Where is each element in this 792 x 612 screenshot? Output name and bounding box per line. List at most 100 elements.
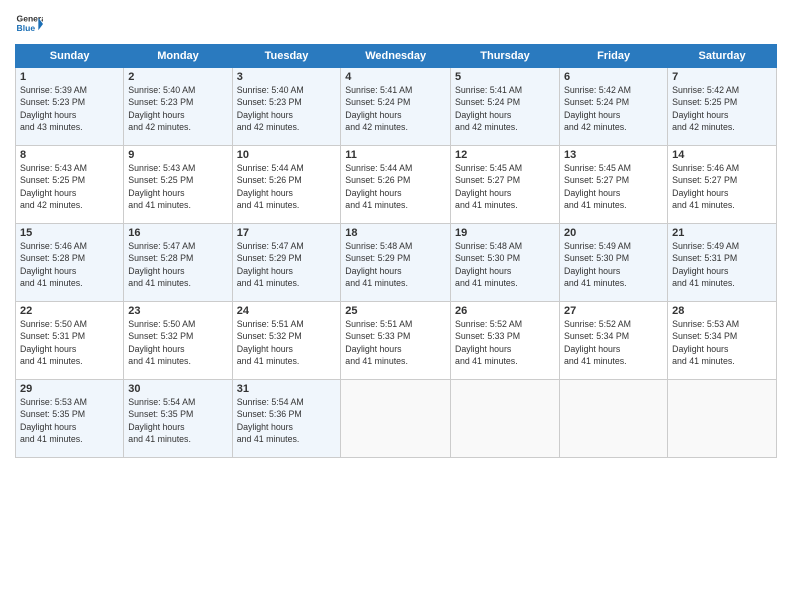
col-header-monday: Monday — [124, 45, 232, 68]
calendar-cell: 4Sunrise: 5:41 AMSunset: 5:24 PMDaylight… — [341, 68, 451, 146]
calendar-week-4: 22Sunrise: 5:50 AMSunset: 5:31 PMDayligh… — [16, 302, 777, 380]
calendar-cell: 16Sunrise: 5:47 AMSunset: 5:28 PMDayligh… — [124, 224, 232, 302]
day-number: 9 — [128, 149, 227, 161]
day-number: 31 — [237, 383, 337, 395]
day-info: Sunrise: 5:48 AMSunset: 5:29 PMDaylight … — [345, 240, 446, 289]
day-info: Sunrise: 5:48 AMSunset: 5:30 PMDaylight … — [455, 240, 555, 289]
day-info: Sunrise: 5:50 AMSunset: 5:31 PMDaylight … — [20, 318, 119, 367]
day-number: 17 — [237, 227, 337, 239]
calendar-week-1: 1Sunrise: 5:39 AMSunset: 5:23 PMDaylight… — [16, 68, 777, 146]
page: General Blue SundayMondayTuesdayWednesda… — [0, 0, 792, 612]
calendar-cell — [560, 380, 668, 458]
calendar-cell: 29Sunrise: 5:53 AMSunset: 5:35 PMDayligh… — [16, 380, 124, 458]
calendar-cell — [668, 380, 777, 458]
day-info: Sunrise: 5:49 AMSunset: 5:31 PMDaylight … — [672, 240, 772, 289]
calendar-cell: 15Sunrise: 5:46 AMSunset: 5:28 PMDayligh… — [16, 224, 124, 302]
calendar-cell — [451, 380, 560, 458]
calendar-cell: 7Sunrise: 5:42 AMSunset: 5:25 PMDaylight… — [668, 68, 777, 146]
day-info: Sunrise: 5:46 AMSunset: 5:27 PMDaylight … — [672, 162, 772, 211]
day-number: 22 — [20, 305, 119, 317]
svg-text:Blue: Blue — [17, 23, 36, 33]
calendar-cell — [341, 380, 451, 458]
day-number: 5 — [455, 71, 555, 83]
calendar-cell: 27Sunrise: 5:52 AMSunset: 5:34 PMDayligh… — [560, 302, 668, 380]
calendar-cell: 25Sunrise: 5:51 AMSunset: 5:33 PMDayligh… — [341, 302, 451, 380]
day-number: 6 — [564, 71, 663, 83]
day-info: Sunrise: 5:53 AMSunset: 5:34 PMDaylight … — [672, 318, 772, 367]
calendar-cell: 1Sunrise: 5:39 AMSunset: 5:23 PMDaylight… — [16, 68, 124, 146]
day-info: Sunrise: 5:47 AMSunset: 5:29 PMDaylight … — [237, 240, 337, 289]
day-info: Sunrise: 5:52 AMSunset: 5:34 PMDaylight … — [564, 318, 663, 367]
day-number: 21 — [672, 227, 772, 239]
day-info: Sunrise: 5:40 AMSunset: 5:23 PMDaylight … — [237, 84, 337, 133]
day-info: Sunrise: 5:44 AMSunset: 5:26 PMDaylight … — [237, 162, 337, 211]
calendar-cell: 31Sunrise: 5:54 AMSunset: 5:36 PMDayligh… — [232, 380, 341, 458]
day-number: 7 — [672, 71, 772, 83]
calendar-cell: 19Sunrise: 5:48 AMSunset: 5:30 PMDayligh… — [451, 224, 560, 302]
day-info: Sunrise: 5:51 AMSunset: 5:32 PMDaylight … — [237, 318, 337, 367]
calendar-cell: 26Sunrise: 5:52 AMSunset: 5:33 PMDayligh… — [451, 302, 560, 380]
calendar-cell: 13Sunrise: 5:45 AMSunset: 5:27 PMDayligh… — [560, 146, 668, 224]
day-number: 15 — [20, 227, 119, 239]
logo-icon: General Blue — [15, 10, 43, 38]
calendar-cell: 6Sunrise: 5:42 AMSunset: 5:24 PMDaylight… — [560, 68, 668, 146]
calendar-cell: 9Sunrise: 5:43 AMSunset: 5:25 PMDaylight… — [124, 146, 232, 224]
header-row: SundayMondayTuesdayWednesdayThursdayFrid… — [16, 45, 777, 68]
calendar-cell: 11Sunrise: 5:44 AMSunset: 5:26 PMDayligh… — [341, 146, 451, 224]
day-number: 10 — [237, 149, 337, 161]
calendar-week-2: 8Sunrise: 5:43 AMSunset: 5:25 PMDaylight… — [16, 146, 777, 224]
calendar-cell: 18Sunrise: 5:48 AMSunset: 5:29 PMDayligh… — [341, 224, 451, 302]
day-info: Sunrise: 5:45 AMSunset: 5:27 PMDaylight … — [564, 162, 663, 211]
col-header-sunday: Sunday — [16, 45, 124, 68]
day-info: Sunrise: 5:47 AMSunset: 5:28 PMDaylight … — [128, 240, 227, 289]
day-number: 26 — [455, 305, 555, 317]
day-info: Sunrise: 5:52 AMSunset: 5:33 PMDaylight … — [455, 318, 555, 367]
day-info: Sunrise: 5:42 AMSunset: 5:24 PMDaylight … — [564, 84, 663, 133]
day-info: Sunrise: 5:46 AMSunset: 5:28 PMDaylight … — [20, 240, 119, 289]
calendar-cell: 20Sunrise: 5:49 AMSunset: 5:30 PMDayligh… — [560, 224, 668, 302]
calendar-cell: 24Sunrise: 5:51 AMSunset: 5:32 PMDayligh… — [232, 302, 341, 380]
day-number: 14 — [672, 149, 772, 161]
day-info: Sunrise: 5:43 AMSunset: 5:25 PMDaylight … — [20, 162, 119, 211]
day-number: 16 — [128, 227, 227, 239]
day-number: 30 — [128, 383, 227, 395]
calendar-cell: 28Sunrise: 5:53 AMSunset: 5:34 PMDayligh… — [668, 302, 777, 380]
header: General Blue — [15, 10, 777, 38]
day-info: Sunrise: 5:54 AMSunset: 5:36 PMDaylight … — [237, 396, 337, 445]
day-number: 23 — [128, 305, 227, 317]
day-number: 19 — [455, 227, 555, 239]
day-info: Sunrise: 5:42 AMSunset: 5:25 PMDaylight … — [672, 84, 772, 133]
day-number: 11 — [345, 149, 446, 161]
calendar-cell: 8Sunrise: 5:43 AMSunset: 5:25 PMDaylight… — [16, 146, 124, 224]
col-header-thursday: Thursday — [451, 45, 560, 68]
day-info: Sunrise: 5:40 AMSunset: 5:23 PMDaylight … — [128, 84, 227, 133]
calendar-cell: 14Sunrise: 5:46 AMSunset: 5:27 PMDayligh… — [668, 146, 777, 224]
calendar-week-5: 29Sunrise: 5:53 AMSunset: 5:35 PMDayligh… — [16, 380, 777, 458]
calendar-cell: 23Sunrise: 5:50 AMSunset: 5:32 PMDayligh… — [124, 302, 232, 380]
day-number: 27 — [564, 305, 663, 317]
day-number: 1 — [20, 71, 119, 83]
calendar-cell: 10Sunrise: 5:44 AMSunset: 5:26 PMDayligh… — [232, 146, 341, 224]
calendar-table: SundayMondayTuesdayWednesdayThursdayFrid… — [15, 44, 777, 458]
day-number: 8 — [20, 149, 119, 161]
day-number: 3 — [237, 71, 337, 83]
day-number: 2 — [128, 71, 227, 83]
col-header-tuesday: Tuesday — [232, 45, 341, 68]
calendar-cell: 22Sunrise: 5:50 AMSunset: 5:31 PMDayligh… — [16, 302, 124, 380]
day-info: Sunrise: 5:50 AMSunset: 5:32 PMDaylight … — [128, 318, 227, 367]
day-info: Sunrise: 5:51 AMSunset: 5:33 PMDaylight … — [345, 318, 446, 367]
calendar-cell: 30Sunrise: 5:54 AMSunset: 5:35 PMDayligh… — [124, 380, 232, 458]
day-number: 25 — [345, 305, 446, 317]
calendar-cell: 17Sunrise: 5:47 AMSunset: 5:29 PMDayligh… — [232, 224, 341, 302]
calendar-cell: 3Sunrise: 5:40 AMSunset: 5:23 PMDaylight… — [232, 68, 341, 146]
day-number: 18 — [345, 227, 446, 239]
col-header-saturday: Saturday — [668, 45, 777, 68]
day-number: 4 — [345, 71, 446, 83]
calendar-week-3: 15Sunrise: 5:46 AMSunset: 5:28 PMDayligh… — [16, 224, 777, 302]
day-info: Sunrise: 5:39 AMSunset: 5:23 PMDaylight … — [20, 84, 119, 133]
day-info: Sunrise: 5:43 AMSunset: 5:25 PMDaylight … — [128, 162, 227, 211]
col-header-wednesday: Wednesday — [341, 45, 451, 68]
day-info: Sunrise: 5:41 AMSunset: 5:24 PMDaylight … — [345, 84, 446, 133]
day-number: 24 — [237, 305, 337, 317]
day-info: Sunrise: 5:44 AMSunset: 5:26 PMDaylight … — [345, 162, 446, 211]
